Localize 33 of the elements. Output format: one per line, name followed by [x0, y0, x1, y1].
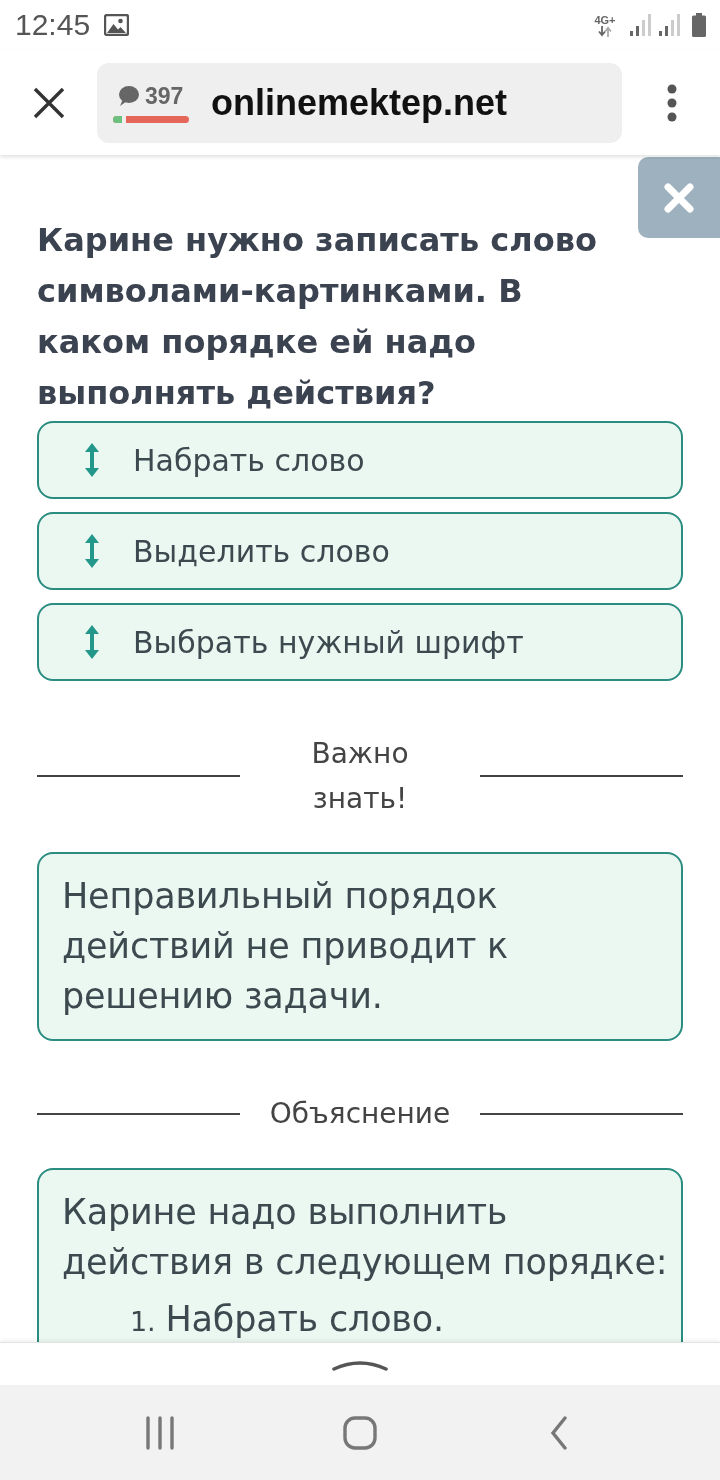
- signal-icon: [630, 14, 653, 36]
- clock-time: 12:45: [15, 8, 91, 42]
- answer-item[interactable]: Выбрать нужный шрифт: [37, 603, 683, 681]
- explanation-text: Карине надо выполнить действия в следующем порядке:: [62, 1191, 669, 1284]
- answer-item[interactable]: Набрать слово: [37, 421, 683, 499]
- address-bar[interactable]: 397 onlinemektep.net: [97, 62, 622, 143]
- section-heading: Важно знать!: [310, 736, 410, 817]
- close-icon: [664, 182, 694, 213]
- recent-apps-icon: [143, 1415, 177, 1450]
- comment-count: 397: [145, 82, 184, 110]
- url-text: onlinemektep.net: [211, 81, 508, 124]
- battery-icon: [692, 13, 706, 37]
- signal-icon: [659, 14, 682, 36]
- close-panel-button[interactable]: [638, 157, 720, 238]
- menu-icon: [667, 83, 677, 122]
- answer-text: Выбрать нужный шрифт: [133, 624, 524, 660]
- close-icon: [32, 86, 65, 119]
- step-number: 1.: [130, 1305, 156, 1339]
- home-icon: [343, 1415, 377, 1450]
- up-down-arrow-icon: [85, 534, 99, 568]
- answer-item[interactable]: Выделить слово: [37, 512, 683, 590]
- data-arrows-icon: [597, 25, 613, 37]
- picture-icon: [104, 14, 130, 36]
- info-text: Неправильный порядок действий не приводит к решению задачи.: [62, 875, 509, 1018]
- answer-text: Набрать слово: [133, 442, 365, 478]
- speech-bubble-icon: [117, 86, 139, 106]
- step-text: Набрать слово.: [165, 1299, 444, 1339]
- question-text: Карине нужно записать слово символами-картинками. В каком порядке ей надо выполнять действия?: [37, 220, 598, 414]
- answer-text: Выделить слово: [133, 533, 390, 569]
- network-type: 4G+: [594, 13, 616, 26]
- up-down-arrow-icon: [85, 625, 99, 659]
- section-heading: Объяснение: [268, 1096, 452, 1132]
- up-down-arrow-icon: [85, 443, 99, 477]
